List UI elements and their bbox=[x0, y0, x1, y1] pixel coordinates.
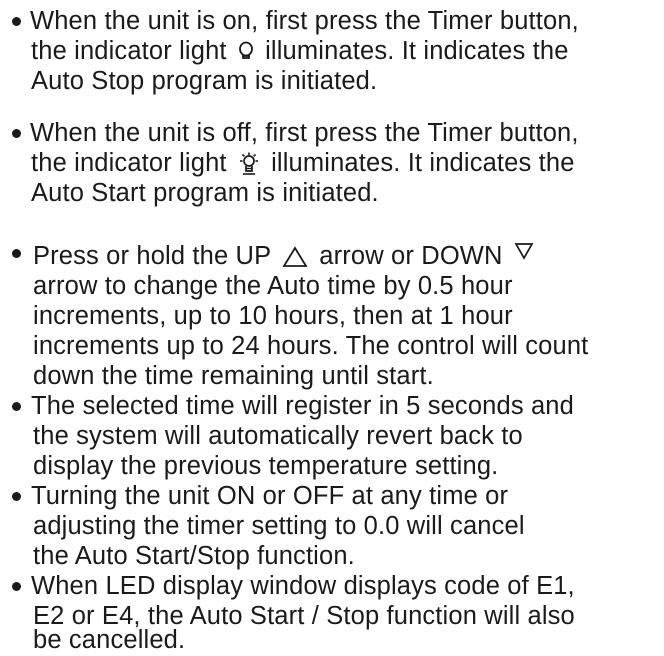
line-text: When the unit is off, first press the Ti… bbox=[30, 119, 579, 147]
bullet-dot bbox=[12, 17, 21, 26]
line-text: the system will automatically revert bac… bbox=[33, 422, 523, 450]
text-line: down the time remaining until start. bbox=[33, 361, 434, 391]
down-arrow-icon bbox=[514, 242, 534, 260]
text-line: When the unit is off, first press the Ti… bbox=[30, 118, 579, 148]
line-text: be cancelled. bbox=[33, 626, 186, 654]
line-text: Turning the unit ON or OFF at any time o… bbox=[31, 482, 509, 510]
bullet-dot bbox=[12, 129, 21, 138]
line-text: Press or hold the UP bbox=[33, 242, 279, 270]
line-text: When the unit is on, first press the Tim… bbox=[30, 7, 579, 35]
line-text: increments, up to 10 hours, then at 1 ho… bbox=[33, 302, 513, 330]
bullet-dot bbox=[12, 249, 21, 258]
line-text: illuminates. It indicates the bbox=[263, 149, 575, 177]
text-line: the indicator light illuminates. It indi… bbox=[31, 148, 575, 178]
text-line: The selected time will register in 5 sec… bbox=[31, 391, 574, 421]
line-text: The selected time will register in 5 sec… bbox=[31, 392, 574, 420]
line-text: increments up to 24 hours. The control w… bbox=[33, 332, 589, 360]
line-text: down the time remaining until start. bbox=[33, 362, 434, 390]
up-arrow-icon bbox=[282, 246, 308, 268]
line-text: the indicator light bbox=[31, 37, 234, 65]
text-line: adjusting the timer setting to 0.0 will … bbox=[33, 511, 525, 541]
text-line: arrow to change the Auto time by 0.5 hou… bbox=[33, 271, 513, 301]
text-line: increments up to 24 hours. The control w… bbox=[33, 331, 588, 361]
line-text: Auto Start program is initiated. bbox=[31, 179, 379, 207]
bullet-dot bbox=[12, 582, 21, 591]
bullet-dot bbox=[12, 402, 21, 411]
text-line: Auto Start program is initiated. bbox=[31, 178, 379, 208]
text-line: be cancelled. bbox=[33, 625, 185, 655]
text-line: display the previous temperature setting… bbox=[33, 451, 498, 481]
text-line: When the unit is on, first press the Tim… bbox=[30, 6, 579, 36]
line-text: arrow or DOWN bbox=[312, 242, 510, 270]
bulb-icon bbox=[238, 41, 254, 63]
line-text: arrow to change the Auto time by 0.5 hou… bbox=[33, 272, 513, 300]
text-line: Turning the unit ON or OFF at any time o… bbox=[31, 481, 508, 511]
text-line: the Auto Start/Stop function. bbox=[33, 541, 355, 571]
text-line: the system will automatically revert bac… bbox=[33, 421, 523, 451]
text-line: Press or hold the UP arrow or DOWN bbox=[33, 241, 538, 271]
line-text: illuminates. It indicates the bbox=[257, 37, 569, 65]
line-text: the Auto Start/Stop function. bbox=[33, 542, 355, 570]
line-text: adjusting the timer setting to 0.0 will … bbox=[33, 512, 525, 540]
text-line: increments, up to 10 hours, then at 1 ho… bbox=[33, 301, 513, 331]
line-text: When LED display window displays code of… bbox=[31, 572, 575, 600]
bullet-dot bbox=[12, 492, 21, 501]
text-line: Auto Stop program is initiated. bbox=[31, 66, 377, 96]
line-text: Auto Stop program is initiated. bbox=[31, 67, 378, 95]
sun-bulb-icon bbox=[238, 152, 260, 176]
line-text: display the previous temperature setting… bbox=[33, 452, 499, 480]
line-text: the indicator light bbox=[31, 149, 234, 177]
instruction-list: When the unit is on, first press the Tim… bbox=[0, 0, 664, 656]
text-line: the indicator light illuminates. It indi… bbox=[31, 36, 569, 66]
text-line: When LED display window displays code of… bbox=[31, 571, 575, 601]
